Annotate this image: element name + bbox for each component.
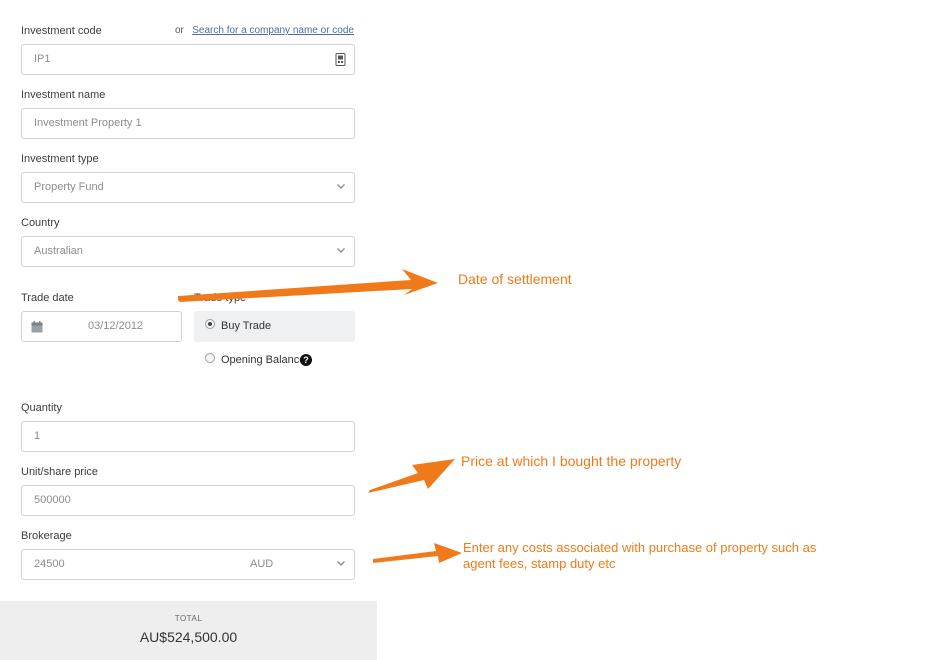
quantity-input[interactable]: 1 [21,421,355,452]
opening-balance-option[interactable]: Opening Balance ? [194,352,355,372]
unit-price-value: 500000 [34,494,71,506]
investment-name-label: Investment name [21,89,106,101]
investment-name-value: Investment Property 1 [34,117,142,129]
country-value: Australian [34,245,83,257]
or-text: or [174,25,184,36]
brokerage-currency-value: AUD [250,558,274,570]
brokerage-input[interactable]: 24500 [21,549,239,580]
quantity-value: 1 [34,430,41,442]
buy-trade-radio[interactable] [205,319,215,329]
costs-annotation: Enter any costs associated with purchase… [463,540,816,572]
quantity-label: Quantity [21,402,62,414]
help-icon[interactable]: ? [300,354,312,366]
chevron-down-icon [337,184,345,189]
calendar-icon[interactable] [31,321,43,333]
buy-trade-label: Buy Trade [221,320,272,332]
search-link-row: or Search for a company name or code [175,25,354,36]
trade-type-label: Trade type [194,292,247,304]
investment-type-select[interactable]: Property Fund [21,172,355,203]
costs-arrow [373,543,462,563]
unit-price-input[interactable]: 500000 [21,485,355,516]
search-company-link[interactable]: Search for a company name or code [192,25,354,36]
brokerage-currency-select[interactable]: AUD [238,549,355,580]
opening-balance-radio[interactable] [205,353,215,363]
investment-name-input[interactable]: Investment Property 1 [21,108,355,139]
costs-annotation-line2: agent fees, stamp duty etc [463,556,616,571]
buy-trade-option[interactable]: Buy Trade [194,311,355,342]
investment-code-label: Investment code [21,25,102,37]
costs-annotation-line1: Enter any costs associated with purchase… [463,540,817,555]
keypad-icon[interactable] [335,53,346,66]
investment-code-value: IP1 [34,53,51,65]
total-panel: TOTAL AU$524,500.00 [0,601,377,660]
chevron-down-icon [337,561,345,566]
trade-date-input[interactable]: 03/12/2012 [21,311,182,342]
trade-date-value: 03/12/2012 [88,320,144,332]
country-select[interactable]: Australian [21,236,355,267]
price-arrow [368,459,455,493]
total-label: TOTAL [174,614,203,623]
investment-type-value: Property Fund [34,181,104,193]
country-label: Country [21,217,60,229]
opening-balance-label: Opening Balance [221,354,306,366]
brokerage-value: 24500 [34,558,65,570]
total-value: AU$524,500.00 [139,629,238,645]
settlement-annotation: Date of settlement [458,271,572,287]
trade-date-label: Trade date [21,292,74,304]
price-annotation: Price at which I bought the property [461,453,682,469]
chevron-down-icon [337,248,345,253]
unit-price-label: Unit/share price [21,466,99,478]
brokerage-label: Brokerage [21,530,72,542]
investment-type-label: Investment type [21,153,99,165]
investment-code-input[interactable]: IP1 [21,44,355,75]
